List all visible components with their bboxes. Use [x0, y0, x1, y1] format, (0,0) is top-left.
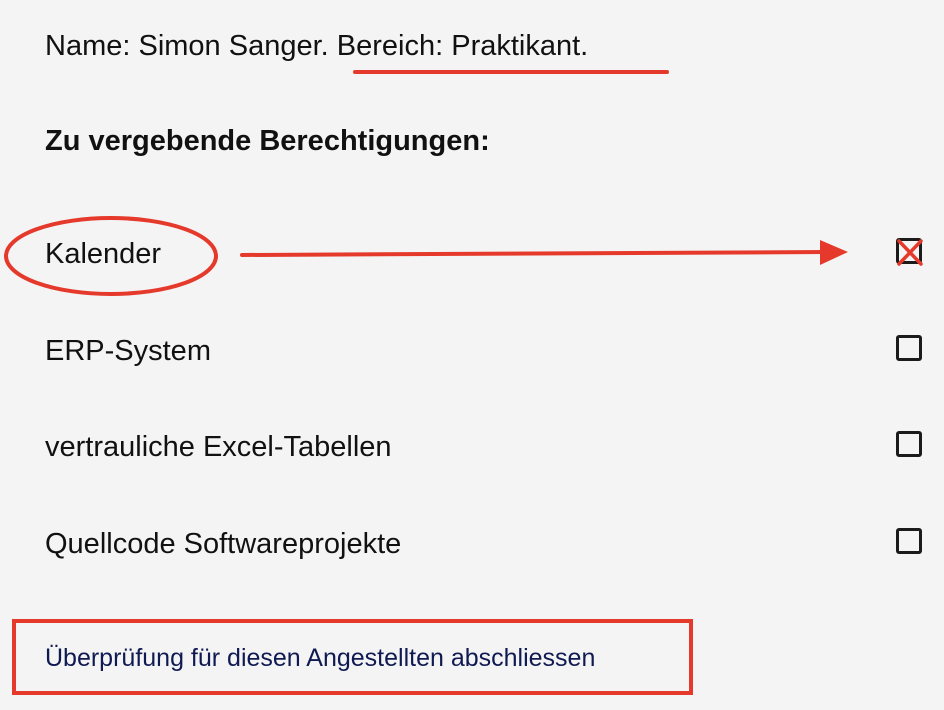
finish-review-link[interactable]: Überprüfung für diesen Angestellten absc…	[45, 640, 595, 676]
permission-checkbox-excel-tabellen[interactable]	[896, 431, 922, 457]
check-x-icon	[897, 239, 923, 266]
name-label: Name:	[45, 30, 131, 62]
permission-label: Quellcode Softwareprojekte	[45, 528, 402, 560]
employee-info: Name: Simon Sanger. Bereich: Praktikant.	[45, 26, 588, 66]
permission-row-kalender: Kalender	[0, 229, 944, 279]
permission-label: ERP-System	[45, 335, 211, 367]
department-value: Praktikant.	[451, 30, 589, 62]
department-label: Bereich:	[336, 30, 444, 62]
permission-row-erp-system: ERP-System	[0, 326, 944, 376]
permissions-heading: Zu vergebende Berechtigungen:	[45, 125, 490, 157]
permission-row-quellcode: Quellcode Softwareprojekte	[0, 519, 944, 569]
permission-row-excel-tabellen: vertrauliche Excel-Tabellen	[0, 422, 944, 472]
permission-label: vertrauliche Excel-Tabellen	[45, 431, 392, 463]
permission-checkbox-kalender[interactable]	[896, 238, 923, 266]
permission-checkbox-erp-system[interactable]	[896, 335, 922, 361]
employee-name: Simon Sanger.	[138, 30, 329, 62]
permission-checkbox-quellcode[interactable]	[896, 528, 922, 554]
permission-label: Kalender	[45, 238, 162, 270]
